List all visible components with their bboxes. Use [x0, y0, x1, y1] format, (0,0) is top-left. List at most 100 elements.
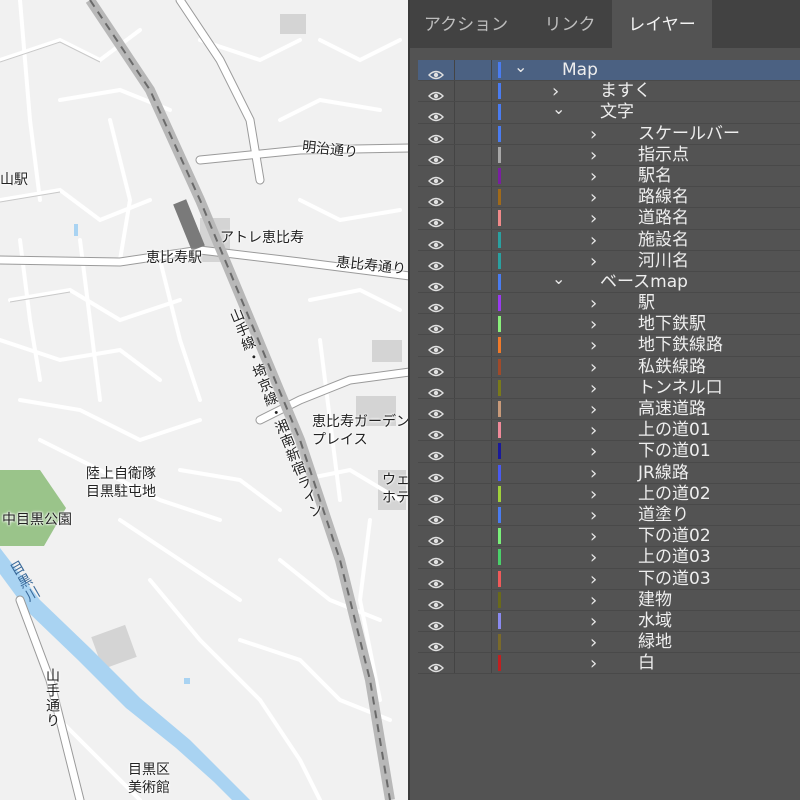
visibility-toggle[interactable] [418, 293, 455, 314]
chevron-right-icon[interactable]: › [590, 399, 597, 420]
layer-name[interactable]: 下の道02 [638, 526, 711, 547]
lock-toggle[interactable] [455, 399, 492, 420]
lock-toggle[interactable] [455, 483, 492, 504]
visibility-toggle[interactable] [418, 335, 455, 356]
layer-row[interactable]: › 施設名 [418, 229, 800, 251]
lock-toggle[interactable] [455, 102, 492, 123]
layer-row[interactable]: › トンネル口 [418, 377, 800, 399]
chevron-down-icon[interactable]: ⌄ [514, 59, 527, 81]
lock-toggle[interactable] [455, 441, 492, 462]
visibility-toggle[interactable] [418, 60, 455, 81]
layer-name[interactable]: 文字 [600, 102, 634, 123]
layer-name[interactable]: 指示点 [638, 145, 689, 166]
lock-toggle[interactable] [455, 81, 492, 102]
chevron-right-icon[interactable]: › [590, 230, 597, 251]
tab-links[interactable]: リンク [530, 0, 610, 48]
layer-row[interactable]: › 高速道路 [418, 399, 800, 421]
visibility-toggle[interactable] [418, 144, 455, 165]
layer-row[interactable]: › 私鉄線路 [418, 356, 800, 378]
chevron-right-icon[interactable]: › [590, 632, 597, 653]
layer-row[interactable]: › 下の道02 [418, 526, 800, 548]
lock-toggle[interactable] [455, 314, 492, 335]
lock-toggle[interactable] [455, 187, 492, 208]
chevron-right-icon[interactable]: › [590, 124, 597, 145]
layer-name[interactable]: 水域 [638, 611, 672, 632]
chevron-right-icon[interactable]: › [590, 378, 597, 399]
visibility-toggle[interactable] [418, 165, 455, 187]
layer-row[interactable]: › 指示点 [418, 144, 800, 166]
layer-name[interactable]: 下の道03 [638, 569, 711, 590]
chevron-right-icon[interactable]: › [590, 569, 597, 590]
layer-name[interactable]: 上の道01 [638, 420, 711, 441]
layer-row[interactable]: › 道路名 [418, 208, 800, 230]
visibility-toggle[interactable] [418, 81, 455, 102]
lock-toggle[interactable] [455, 610, 492, 632]
visibility-toggle[interactable] [418, 589, 455, 610]
layer-name[interactable]: トンネル口 [638, 378, 723, 399]
lock-toggle[interactable] [455, 377, 492, 398]
visibility-toggle[interactable] [418, 187, 455, 208]
layer-row[interactable]: › 建物 [418, 589, 800, 611]
visibility-toggle[interactable] [418, 504, 455, 526]
chevron-right-icon[interactable]: › [590, 590, 597, 611]
visibility-toggle[interactable] [418, 250, 455, 271]
layer-name[interactable]: 私鉄線路 [638, 357, 706, 378]
layer-name[interactable]: 下の道01 [638, 441, 711, 462]
chevron-down-icon[interactable]: ⌄ [552, 101, 565, 123]
chevron-right-icon[interactable]: › [590, 611, 597, 632]
lock-toggle[interactable] [455, 653, 492, 674]
visibility-toggle[interactable] [418, 208, 455, 229]
lock-toggle[interactable] [455, 165, 492, 187]
lock-toggle[interactable] [455, 589, 492, 610]
lock-toggle[interactable] [455, 271, 492, 293]
lock-toggle[interactable] [455, 293, 492, 314]
layer-row[interactable]: › 水域 [418, 610, 800, 633]
visibility-toggle[interactable] [418, 420, 455, 441]
chevron-right-icon[interactable]: › [590, 187, 597, 208]
layer-name[interactable]: 緑地 [638, 632, 672, 653]
layer-row[interactable]: › 下の道01 [418, 441, 800, 463]
layer-row[interactable]: › 駅名 [418, 165, 800, 188]
visibility-toggle[interactable] [418, 102, 455, 123]
layer-row[interactable]: › JR線路 [418, 462, 800, 484]
layer-row[interactable]: › 上の道03 [418, 547, 800, 569]
layer-name[interactable]: ますく [600, 81, 651, 102]
layer-name[interactable]: 河川名 [638, 251, 689, 272]
chevron-right-icon[interactable]: › [590, 441, 597, 462]
chevron-right-icon[interactable]: › [590, 420, 597, 441]
tab-layers[interactable]: レイヤー [612, 0, 712, 48]
visibility-toggle[interactable] [418, 610, 455, 632]
lock-toggle[interactable] [455, 60, 492, 81]
chevron-right-icon[interactable]: › [590, 145, 597, 166]
chevron-right-icon[interactable]: › [590, 463, 597, 484]
layer-name[interactable]: 地下鉄線路 [638, 335, 723, 356]
visibility-toggle[interactable] [418, 399, 455, 420]
map-canvas[interactable]: 山駅 明治通り アトレ恵比寿 恵比寿駅 恵比寿通り 山手線・埼京線・湘南新宿ライ… [0, 0, 410, 800]
visibility-toggle[interactable] [418, 483, 455, 504]
chevron-right-icon[interactable]: › [590, 653, 597, 674]
chevron-right-icon[interactable]: › [590, 357, 597, 378]
layer-row[interactable]: › 道塗り [418, 504, 800, 527]
layer-row[interactable]: › 地下鉄線路 [418, 335, 800, 357]
visibility-toggle[interactable] [418, 377, 455, 398]
layer-name[interactable]: 駅名 [638, 166, 672, 187]
lock-toggle[interactable] [455, 462, 492, 483]
visibility-toggle[interactable] [418, 568, 455, 589]
visibility-toggle[interactable] [418, 441, 455, 462]
visibility-toggle[interactable] [418, 462, 455, 483]
lock-toggle[interactable] [455, 632, 492, 653]
layer-name[interactable]: 上の道03 [638, 547, 711, 568]
lock-toggle[interactable] [455, 547, 492, 568]
chevron-right-icon[interactable]: › [590, 526, 597, 547]
chevron-down-icon[interactable]: ⌄ [552, 270, 565, 293]
layer-row[interactable]: › スケールバー [418, 123, 800, 145]
layer-name[interactable]: 路線名 [638, 187, 689, 208]
layer-name[interactable]: 建物 [638, 590, 672, 611]
layer-name[interactable]: JR線路 [638, 463, 689, 484]
layer-name[interactable]: スケールバー [638, 124, 740, 145]
visibility-toggle[interactable] [418, 271, 455, 293]
visibility-toggle[interactable] [418, 356, 455, 377]
chevron-right-icon[interactable]: › [590, 314, 597, 335]
chevron-right-icon[interactable]: › [590, 335, 597, 356]
chevron-right-icon[interactable]: › [590, 505, 597, 526]
